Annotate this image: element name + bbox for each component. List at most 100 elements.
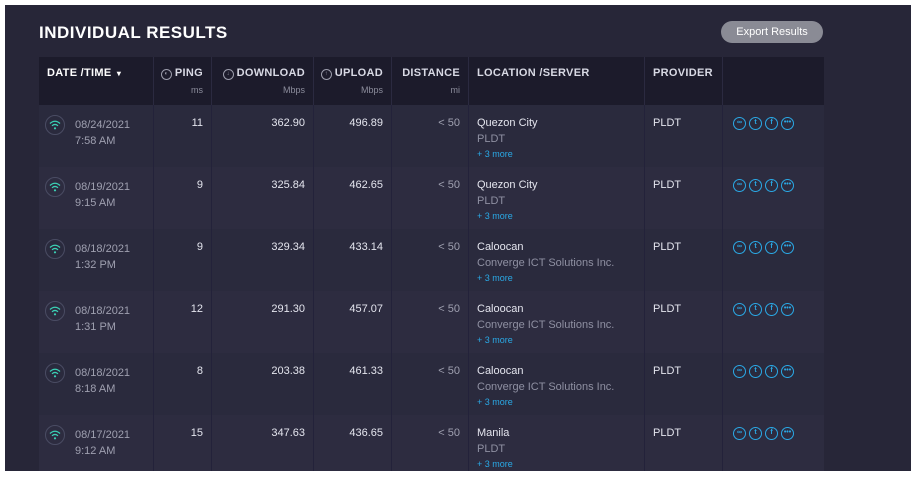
distance-value: < 50 — [438, 117, 460, 129]
provider-cell: PLDT — [645, 167, 723, 229]
download-cell: 203.38 — [212, 353, 314, 415]
download-unit: Mbps — [282, 85, 305, 95]
facebook-icon[interactable]: f — [765, 117, 778, 130]
download-column-header[interactable]: ↓ DOWNLOAD Mbps — [212, 57, 314, 105]
twitter-icon[interactable]: t — [749, 179, 762, 192]
download-cell: 347.63 — [212, 415, 314, 471]
ping-unit: ms — [191, 85, 203, 95]
facebook-icon[interactable]: f — [765, 365, 778, 378]
facebook-icon[interactable]: f — [765, 303, 778, 316]
result-time: 7:58 AM — [75, 135, 116, 147]
more-icon[interactable]: ••• — [781, 365, 794, 378]
wifi-icon — [45, 425, 65, 445]
wifi-icon — [45, 301, 65, 321]
ping-column-header[interactable]: ◐ PING ms — [154, 57, 212, 105]
facebook-icon[interactable]: f — [765, 427, 778, 440]
date-cell: 08/19/2021 9:15 AM — [39, 167, 154, 229]
location-name: Caloocan — [477, 303, 524, 315]
twitter-icon[interactable]: t — [749, 303, 762, 316]
link-icon[interactable]: ∞ — [733, 117, 746, 130]
more-icon[interactable]: ••• — [781, 117, 794, 130]
more-icon[interactable]: ••• — [781, 427, 794, 440]
result-time: 9:12 AM — [75, 445, 116, 457]
result-date: 08/18/2021 — [75, 367, 131, 379]
date-column-header[interactable]: DATE /TIME ▾ — [39, 57, 154, 105]
date-column-label: DATE /TIME — [47, 67, 112, 79]
table-row[interactable]: 08/17/2021 9:12 AM 15 347.63 436.65 < 50… — [39, 415, 824, 471]
link-icon[interactable]: ∞ — [733, 303, 746, 316]
results-panel: INDIVIDUAL RESULTS Export Results DATE /… — [5, 5, 911, 471]
provider-name: PLDT — [653, 117, 682, 129]
table-row[interactable]: 08/19/2021 9:15 AM 9 325.84 462.65 < 50 … — [39, 167, 824, 229]
provider-column-header[interactable]: PROVIDER — [645, 57, 723, 105]
table-row[interactable]: 08/24/2021 7:58 AM 11 362.90 496.89 < 50… — [39, 105, 824, 167]
share-cell: ∞ t f ••• — [723, 353, 824, 415]
location-column-header[interactable]: LOCATION /SERVER — [469, 57, 645, 105]
more-servers-link[interactable]: + 3 more — [477, 211, 513, 221]
wifi-icon — [45, 115, 65, 135]
provider-name: PLDT — [653, 365, 682, 377]
more-icon[interactable]: ••• — [781, 179, 794, 192]
upload-cell: 433.14 — [314, 229, 392, 291]
ping-column-label: PING — [174, 67, 203, 79]
result-time: 1:32 PM — [75, 259, 116, 271]
link-icon[interactable]: ∞ — [733, 241, 746, 254]
more-servers-link[interactable]: + 3 more — [477, 149, 513, 159]
twitter-icon[interactable]: t — [749, 427, 762, 440]
download-icon: ↓ — [222, 69, 234, 80]
more-servers-link[interactable]: + 3 more — [477, 459, 513, 469]
provider-column-label: PROVIDER — [653, 67, 713, 79]
download-value: 325.84 — [271, 179, 305, 191]
more-servers-link[interactable]: + 3 more — [477, 397, 513, 407]
download-value: 329.34 — [271, 241, 305, 253]
distance-value: < 50 — [438, 427, 460, 439]
table-row[interactable]: 08/18/2021 1:32 PM 9 329.34 433.14 < 50 … — [39, 229, 824, 291]
distance-column-label: DISTANCE — [402, 67, 460, 79]
wifi-icon — [45, 363, 65, 383]
ping-value: 15 — [190, 427, 203, 439]
table-body: 08/24/2021 7:58 AM 11 362.90 496.89 < 50… — [39, 105, 824, 471]
ping-value: 12 — [190, 303, 203, 315]
facebook-icon[interactable]: f — [765, 241, 778, 254]
server-name: Converge ICT Solutions Inc. — [477, 319, 615, 331]
upload-value: 433.14 — [349, 241, 383, 253]
ping-value: 8 — [196, 365, 203, 377]
table-row[interactable]: 08/18/2021 1:31 PM 12 291.30 457.07 < 50… — [39, 291, 824, 353]
distance-column-header[interactable]: DISTANCE mi — [392, 57, 469, 105]
server-name: PLDT — [477, 133, 506, 145]
facebook-icon[interactable]: f — [765, 179, 778, 192]
share-cell: ∞ t f ••• — [723, 291, 824, 353]
share-cell: ∞ t f ••• — [723, 229, 824, 291]
result-time: 8:18 AM — [75, 383, 116, 395]
ping-cell: 9 — [154, 167, 212, 229]
server-name: PLDT — [477, 443, 506, 455]
link-icon[interactable]: ∞ — [733, 365, 746, 378]
ping-icon: ◐ — [160, 69, 172, 80]
more-servers-link[interactable]: + 3 more — [477, 335, 513, 345]
location-cell: Quezon City PLDT + 3 more — [469, 105, 645, 167]
location-cell: Caloocan Converge ICT Solutions Inc. + 3… — [469, 353, 645, 415]
export-results-button[interactable]: Export Results — [721, 21, 823, 43]
upload-cell: 496.89 — [314, 105, 392, 167]
upload-column-header[interactable]: ↑ UPLOAD Mbps — [314, 57, 392, 105]
more-icon[interactable]: ••• — [781, 303, 794, 316]
provider-cell: PLDT — [645, 353, 723, 415]
upload-value: 436.65 — [349, 427, 383, 439]
table-header: DATE /TIME ▾ ◐ PING ms ↓ DOWNLOAD Mbps ↑ UP… — [39, 57, 824, 105]
twitter-icon[interactable]: t — [749, 365, 762, 378]
more-icon[interactable]: ••• — [781, 241, 794, 254]
twitter-icon[interactable]: t — [749, 241, 762, 254]
location-name: Quezon City — [477, 179, 538, 191]
download-cell: 325.84 — [212, 167, 314, 229]
link-icon[interactable]: ∞ — [733, 427, 746, 440]
download-value: 362.90 — [271, 117, 305, 129]
more-servers-link[interactable]: + 3 more — [477, 273, 513, 283]
link-icon[interactable]: ∞ — [733, 179, 746, 192]
upload-value: 462.65 — [349, 179, 383, 191]
provider-name: PLDT — [653, 303, 682, 315]
distance-cell: < 50 — [392, 353, 469, 415]
upload-column-label: UPLOAD — [334, 67, 383, 79]
table-row[interactable]: 08/18/2021 8:18 AM 8 203.38 461.33 < 50 … — [39, 353, 824, 415]
result-date: 08/19/2021 — [75, 181, 131, 193]
twitter-icon[interactable]: t — [749, 117, 762, 130]
